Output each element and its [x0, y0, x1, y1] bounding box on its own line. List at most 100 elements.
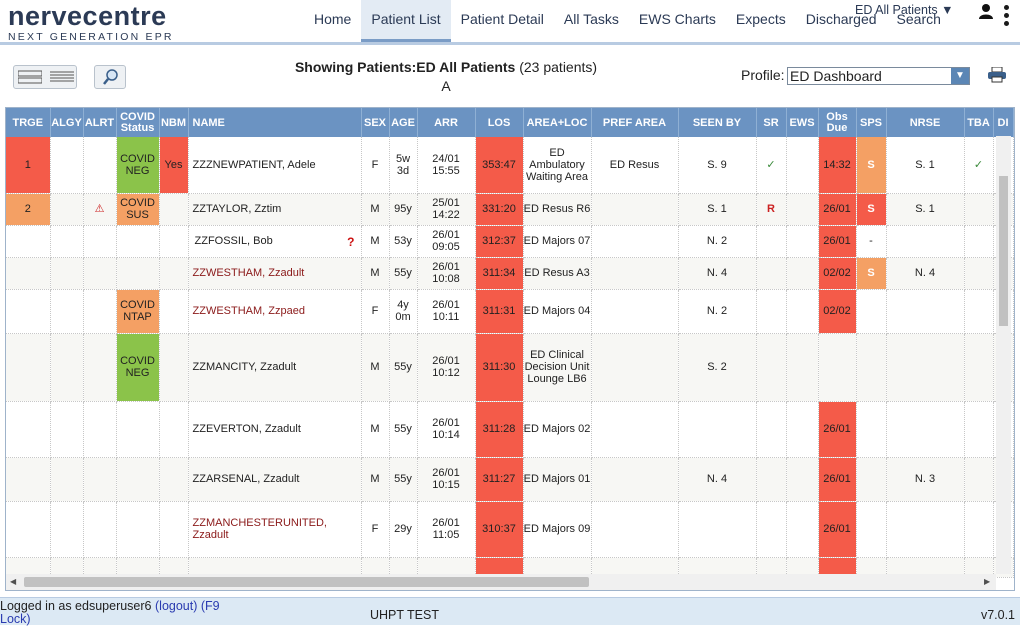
- user-icon[interactable]: [978, 3, 994, 24]
- view-list-icon[interactable]: [50, 70, 74, 84]
- cell-covid: [116, 401, 160, 458]
- table-row[interactable]: ZZWESTHAM, Zzadult M 55y 26/01 10:08 311…: [6, 257, 1014, 290]
- cell-obs: 26/01: [818, 457, 857, 502]
- cell-trge: 1: [6, 137, 51, 194]
- question-icon[interactable]: ?: [347, 236, 354, 248]
- cell-covid: [116, 501, 160, 558]
- nav-patient-detail[interactable]: Patient Detail: [451, 0, 554, 42]
- profile-label: Profile:: [741, 67, 785, 83]
- nav-expects[interactable]: Expects: [726, 0, 796, 42]
- chevron-down-icon: ▼: [951, 68, 969, 84]
- nav-home[interactable]: Home: [304, 0, 361, 42]
- cell-algy: [50, 289, 84, 334]
- nav-all-tasks[interactable]: All Tasks: [554, 0, 629, 42]
- cell-tba: [964, 225, 994, 258]
- table-row[interactable]: ZZMANCHESTERUNITED, Zzadult F 29y 26/01 …: [6, 501, 1014, 558]
- cell-algy: [50, 501, 84, 558]
- search-button[interactable]: [94, 65, 126, 89]
- cell-area: ED Resus R6: [523, 193, 592, 226]
- cell-name[interactable]: ZZEVERTON, Zzadult: [188, 401, 362, 458]
- col-algy[interactable]: ALGY: [50, 108, 84, 137]
- cell-name[interactable]: ZZTAYLOR, Zztim: [188, 193, 362, 226]
- cell-arr: 26/01 11:05: [417, 501, 476, 558]
- cell-area: ED Clinical Decision Unit Lounge LB6: [523, 333, 592, 402]
- col-sps[interactable]: SPS: [856, 108, 887, 137]
- cell-algy: [50, 333, 84, 402]
- horizontal-scrollbar[interactable]: ◀ ▶: [6, 574, 996, 590]
- cell-nrse: N. 3: [886, 457, 965, 502]
- table-row[interactable]: ZZFOSSIL, Bob? M 53y 26/01 09:05 312:37 …: [6, 225, 1014, 258]
- cell-name[interactable]: ZZZNEWPATIENT, Adele: [188, 137, 362, 194]
- table-row[interactable]: COVID NEG ZZMANCITY, Zzadult M 55y 26/01…: [6, 333, 1014, 402]
- col-area-loc[interactable]: AREA+LOC: [523, 108, 592, 137]
- cell-sr: [756, 401, 787, 458]
- vertical-scroll-thumb[interactable]: [999, 176, 1008, 326]
- col-ews[interactable]: EWS: [786, 108, 819, 137]
- col-di[interactable]: DI: [993, 108, 1014, 137]
- cell-ews: [786, 257, 819, 290]
- cell-tba: [964, 257, 994, 290]
- patient-name[interactable]: ZZFOSSIL, Bob: [193, 235, 273, 247]
- cell-arr: 26/01 10:15: [417, 457, 476, 502]
- table-row[interactable]: COVID NTAP ZZWESTHAM, Zzpaed F 4y 0m 26/…: [6, 289, 1014, 334]
- cell-tba: [964, 289, 994, 334]
- cell-seen: [678, 501, 757, 558]
- cell-name[interactable]: ZZWESTHAM, Zzadult: [188, 257, 362, 290]
- col-arr[interactable]: ARR: [417, 108, 476, 137]
- scroll-right-icon[interactable]: ▶: [984, 577, 990, 586]
- cell-name[interactable]: ZZMANCHESTERUNITED, Zzadult: [188, 501, 362, 558]
- scroll-left-icon[interactable]: ◀: [10, 577, 16, 586]
- col-covid[interactable]: COVID Status: [116, 108, 160, 137]
- view-large-icon[interactable]: [18, 70, 42, 84]
- col-alrt[interactable]: ALRT: [83, 108, 117, 137]
- col-sex[interactable]: SEX: [361, 108, 390, 137]
- col-sr[interactable]: SR: [756, 108, 787, 137]
- warning-icon[interactable]: ⚠: [83, 193, 117, 226]
- col-pref-area[interactable]: PREF AREA: [591, 108, 679, 137]
- table-row[interactable]: ZZARSENAL, Zzadult M 55y 26/01 10:15 311…: [6, 457, 1014, 502]
- cell-seen: S. 9: [678, 137, 757, 194]
- version-text: v7.0.1: [980, 608, 1015, 622]
- col-nbm[interactable]: NBM: [159, 108, 189, 137]
- kebab-menu-icon[interactable]: [1004, 5, 1010, 29]
- table-row[interactable]: 2 ⚠ COVID SUS ZZTAYLOR, Zztim M 95y 25/0…: [6, 193, 1014, 226]
- printer-icon[interactable]: [987, 66, 1007, 88]
- table-row[interactable]: 1 COVID NEG Yes ZZZNEWPATIENT, Adele F 5…: [6, 137, 1014, 194]
- cell-name[interactable]: ZZFOSSIL, Bob?: [188, 225, 362, 258]
- horizontal-scroll-thumb[interactable]: [24, 577, 589, 587]
- col-tba[interactable]: TBA: [964, 108, 994, 137]
- cell-algy: [50, 225, 84, 258]
- nav-ews-charts[interactable]: EWS Charts: [629, 0, 726, 42]
- cell-seen: N. 4: [678, 257, 757, 290]
- cell-tba: [964, 501, 994, 558]
- cell-sps: S: [856, 257, 887, 290]
- cell-arr: 25/01 14:22: [417, 193, 476, 226]
- cell-obs: 02/02: [818, 257, 857, 290]
- col-nrse[interactable]: NRSE: [886, 108, 965, 137]
- cell-name[interactable]: ZZMANCITY, Zzadult: [188, 333, 362, 402]
- nav-patient-list[interactable]: Patient List: [361, 0, 451, 42]
- col-trge[interactable]: TRGE: [6, 108, 51, 137]
- ed-filter-dropdown[interactable]: ED All Patients ▼: [855, 3, 954, 17]
- cell-name[interactable]: ZZWESTHAM, Zzpaed: [188, 289, 362, 334]
- cell-age: 29y: [389, 501, 418, 558]
- col-los[interactable]: LOS: [475, 108, 524, 137]
- col-name[interactable]: NAME: [188, 108, 362, 137]
- logout-link[interactable]: (logout): [155, 599, 197, 613]
- cell-ews: [786, 289, 819, 334]
- cell-nbm: [159, 225, 189, 258]
- cell-arr: 26/01 10:14: [417, 401, 476, 458]
- col-seen-by[interactable]: SEEN BY: [678, 108, 757, 137]
- cell-name[interactable]: ZZARSENAL, Zzadult: [188, 457, 362, 502]
- cell-covid: COVID NEG: [116, 137, 160, 194]
- table-row[interactable]: ZZEVERTON, Zzadult M 55y 26/01 10:14 311…: [6, 401, 1014, 458]
- vertical-scrollbar[interactable]: [996, 136, 1011, 574]
- cell-obs: 26/01: [818, 501, 857, 558]
- cell-nrse: [886, 333, 965, 402]
- col-age[interactable]: AGE: [389, 108, 418, 137]
- profile-select[interactable]: ED Dashboard ▼: [787, 67, 970, 85]
- col-obs-due[interactable]: Obs Due: [818, 108, 857, 137]
- cell-trge: [6, 333, 51, 402]
- cell-alrt: [83, 457, 117, 502]
- cell-nrse: [886, 225, 965, 258]
